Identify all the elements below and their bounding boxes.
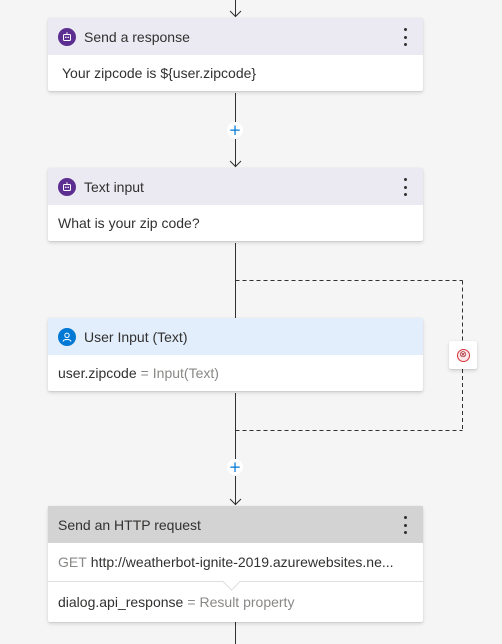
more-options-icon[interactable] bbox=[399, 28, 411, 46]
equals-sign: = bbox=[187, 594, 196, 610]
bot-icon bbox=[58, 177, 76, 196]
user-input-value: Input(Text) bbox=[152, 365, 219, 381]
text-input-header[interactable]: Text input bbox=[48, 168, 423, 205]
text-input-title: Text input bbox=[84, 178, 144, 195]
http-method: GET bbox=[58, 554, 87, 570]
bot-icon bbox=[58, 27, 76, 46]
flow-canvas: Send a response Your zipcode is ${user.z… bbox=[0, 0, 502, 644]
body-divider bbox=[48, 572, 423, 591]
more-options-icon[interactable] bbox=[399, 516, 411, 534]
text-input-node[interactable]: Text input What is your zip code? bbox=[48, 168, 423, 241]
result-label: Result property bbox=[199, 594, 295, 610]
error-icon: ⊗ bbox=[456, 348, 470, 362]
text-input-prompt: What is your zip code? bbox=[58, 215, 200, 231]
result-property: dialog.api_response bbox=[58, 594, 184, 610]
send-response-text: Your zipcode is ${user.zipcode} bbox=[62, 65, 257, 81]
send-response-title: Send a response bbox=[84, 28, 190, 45]
user-icon bbox=[58, 327, 76, 346]
add-action-button[interactable]: + bbox=[227, 459, 243, 475]
http-url: http://weatherbot-ignite-2019.azurewebsi… bbox=[90, 554, 394, 570]
more-options-icon[interactable] bbox=[399, 178, 411, 196]
add-action-button[interactable]: + bbox=[227, 122, 243, 138]
user-input-property: user.zipcode bbox=[58, 365, 137, 381]
user-input-title: User Input (Text) bbox=[84, 328, 188, 345]
http-result-row: dialog.api_response = Result property bbox=[48, 582, 423, 622]
user-input-node[interactable]: User Input (Text) user.zipcode = Input(T… bbox=[48, 318, 423, 391]
http-request-node[interactable]: Send an HTTP request GET http://weatherb… bbox=[48, 506, 423, 622]
send-response-node[interactable]: Send a response Your zipcode is ${user.z… bbox=[48, 18, 423, 91]
equals-sign: = bbox=[140, 365, 149, 381]
http-request-header[interactable]: Send an HTTP request bbox=[48, 506, 423, 543]
http-request-title: Send an HTTP request bbox=[58, 516, 201, 533]
user-input-assignment: user.zipcode = Input(Text) bbox=[48, 355, 423, 391]
error-indicator[interactable]: ⊗ bbox=[449, 341, 477, 369]
http-request-url-row: GET http://weatherbot-ignite-2019.azurew… bbox=[48, 543, 423, 581]
user-input-header[interactable]: User Input (Text) bbox=[48, 318, 423, 355]
send-response-header[interactable]: Send a response bbox=[48, 18, 423, 55]
